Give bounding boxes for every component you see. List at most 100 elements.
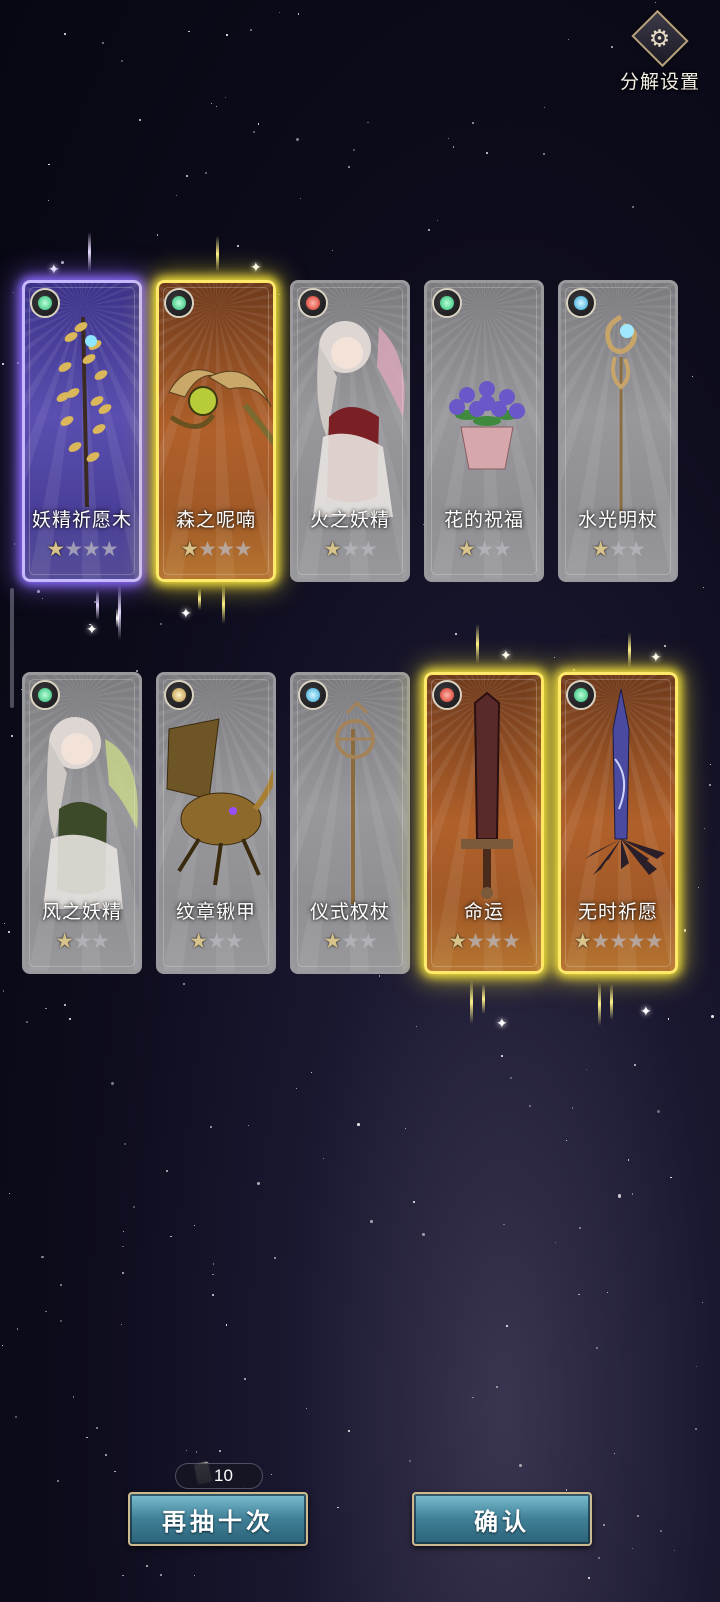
star-empty-icon: ★ [501, 929, 521, 953]
star [657, 1110, 661, 1114]
light-beam [88, 232, 91, 272]
star [2, 990, 5, 992]
star [160, 1573, 163, 1576]
star [566, 1139, 568, 1141]
star-rating: ★★★ [159, 929, 273, 953]
result-card[interactable]: 火之妖精 ★★★ [290, 280, 410, 582]
star-empty-icon: ★ [64, 537, 83, 561]
star-empty-icon: ★ [475, 537, 494, 561]
star [571, 1106, 574, 1109]
sparkle-icon: ✦ [496, 1016, 508, 1032]
gear-icon: ⚙ [631, 9, 689, 68]
star [636, 1514, 639, 1517]
draw-again-button[interactable]: 再抽十次 [128, 1492, 308, 1546]
star [352, 148, 355, 151]
star [139, 118, 142, 121]
star [454, 633, 457, 636]
result-card[interactable]: 无时祈愿 ★★★★★ [558, 672, 678, 974]
star [212, 1294, 214, 1296]
star [226, 34, 228, 37]
side-scroll-handle[interactable] [10, 588, 14, 708]
star [586, 1069, 588, 1071]
star [565, 1489, 568, 1491]
confirm-button[interactable]: 确认 [412, 1492, 592, 1546]
star [710, 1014, 714, 1018]
star-filled-icon: ★ [448, 929, 467, 953]
result-card[interactable]: 纹章锹甲 ★★★ [156, 672, 276, 974]
star [542, 153, 546, 156]
star [121, 59, 124, 62]
water-element-icon [566, 288, 596, 318]
star [194, 1225, 196, 1227]
result-card[interactable]: 花的祝福 ★★★ [424, 280, 544, 582]
star [16, 1328, 19, 1330]
star [188, 30, 190, 33]
star [279, 293, 281, 295]
star [156, 234, 159, 237]
star [244, 1377, 246, 1380]
light-beam [482, 984, 485, 1014]
card-name: 妖精祈愿木 [31, 509, 132, 531]
star-empty-icon: ★ [484, 929, 503, 953]
star [691, 375, 693, 378]
star [278, 11, 281, 14]
star [323, 1158, 325, 1160]
star-filled-icon: ★ [46, 537, 65, 561]
water-light-staff-art [561, 297, 675, 517]
star [48, 163, 50, 166]
star [305, 1407, 307, 1409]
star [16, 362, 19, 365]
star [633, 1063, 637, 1067]
star [13, 291, 15, 293]
star-empty-icon: ★ [591, 929, 610, 953]
star [102, 42, 105, 44]
star [528, 1104, 531, 1107]
star-filled-icon: ★ [55, 929, 74, 953]
star [500, 1055, 503, 1058]
result-card[interactable]: 水光明杖 ★★★ [558, 280, 678, 582]
result-card[interactable]: 妖精祈愿木 ★★★★ [22, 280, 142, 582]
card-name: 风之妖精 [41, 901, 122, 923]
star [709, 784, 711, 786]
star [698, 886, 700, 888]
result-card[interactable]: 森之呢喃 ★★★★ [156, 280, 276, 582]
star [271, 1474, 273, 1476]
star [663, 644, 666, 647]
star [617, 1194, 622, 1198]
star [297, 13, 300, 16]
star-empty-icon: ★ [216, 537, 235, 561]
result-card[interactable]: 命运 ★★★★ [424, 672, 544, 974]
star [632, 1193, 634, 1195]
result-card[interactable]: 仪式权杖 ★★★ [290, 672, 410, 974]
disassemble-settings-button[interactable]: ⚙ 分解设置 [614, 9, 706, 94]
star [249, 29, 252, 32]
star [219, 1450, 222, 1453]
star [2, 363, 5, 366]
star-rating: ★★★ [427, 537, 541, 561]
star [554, 656, 556, 658]
star [60, 1283, 63, 1286]
wind-element-icon [30, 680, 60, 710]
star-empty-icon: ★ [466, 929, 485, 953]
crest-beetle-art [159, 689, 273, 909]
star [2, 1344, 4, 1347]
star [170, 1235, 172, 1238]
star [701, 1301, 704, 1303]
star [183, 983, 186, 986]
star [37, 589, 41, 593]
star-rating: ★★★ [561, 537, 675, 561]
star [114, 1470, 116, 1472]
star-empty-icon: ★ [207, 929, 226, 953]
star [132, 1205, 135, 1208]
star [124, 1142, 126, 1145]
result-card[interactable]: 风之妖精 ★★★ [22, 672, 142, 974]
star [11, 734, 14, 737]
star [448, 137, 450, 139]
star [696, 1365, 698, 1367]
star [452, 146, 455, 148]
water-element-icon [298, 680, 328, 710]
star-empty-icon: ★ [198, 537, 217, 561]
star [555, 1242, 557, 1244]
star [146, 1564, 149, 1567]
star-empty-icon: ★ [492, 537, 512, 561]
